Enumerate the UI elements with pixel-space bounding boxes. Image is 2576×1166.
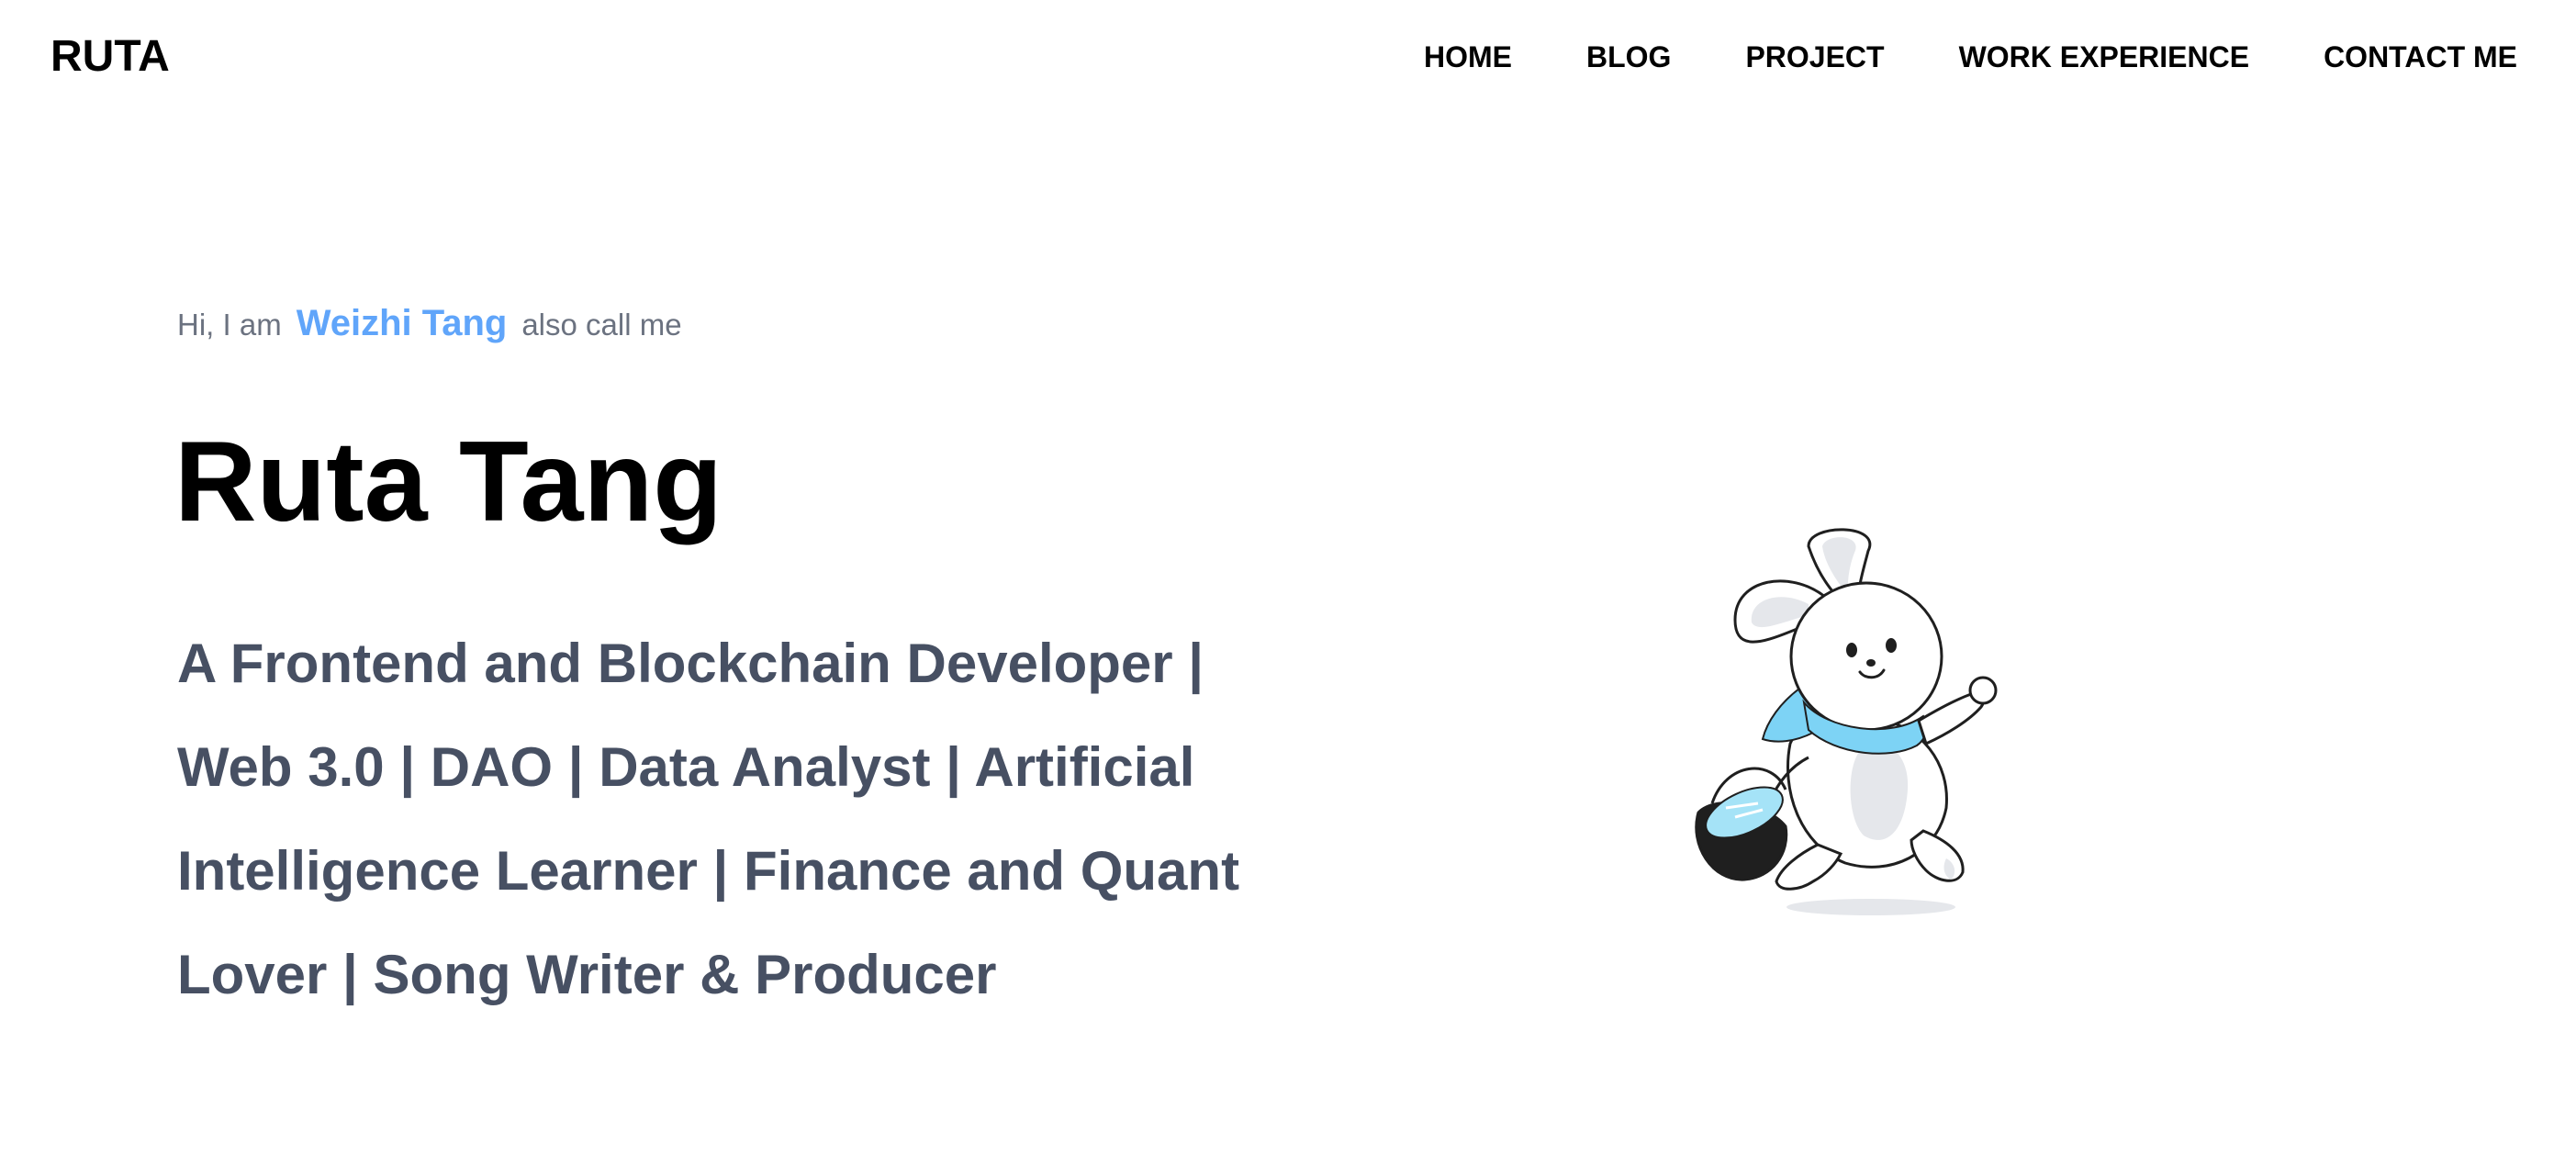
site-logo[interactable]: RUTA bbox=[50, 29, 170, 84]
nav-project[interactable]: PROJECT bbox=[1745, 35, 1884, 79]
running-bunny-icon bbox=[1671, 514, 2010, 936]
real-name: Weizhi Tang bbox=[296, 303, 508, 343]
nav-work-experience[interactable]: WORK EXPERIENCE bbox=[1959, 35, 2249, 79]
greeting-suffix: also call me bbox=[521, 308, 682, 342]
nav-blog[interactable]: BLOG bbox=[1586, 35, 1671, 79]
main-nav: HOME BLOG PROJECT WORK EXPERIENCE CONTAC… bbox=[1424, 35, 2517, 79]
nav-contact-me[interactable]: CONTACT ME bbox=[2324, 35, 2517, 79]
nav-home[interactable]: HOME bbox=[1424, 35, 1512, 79]
greeting-prefix: Hi, I am bbox=[177, 308, 282, 342]
page-title: Ruta Tang bbox=[174, 419, 722, 545]
site-header: RUTA HOME BLOG PROJECT WORK EXPERIENCE C… bbox=[0, 0, 2576, 114]
tagline: A Frontend and Blockchain Developer | We… bbox=[177, 633, 1240, 1005]
page: RUTA HOME BLOG PROJECT WORK EXPERIENCE C… bbox=[0, 0, 2576, 1166]
intro-line: Hi, I am Weizhi Tang also call me bbox=[177, 303, 682, 344]
